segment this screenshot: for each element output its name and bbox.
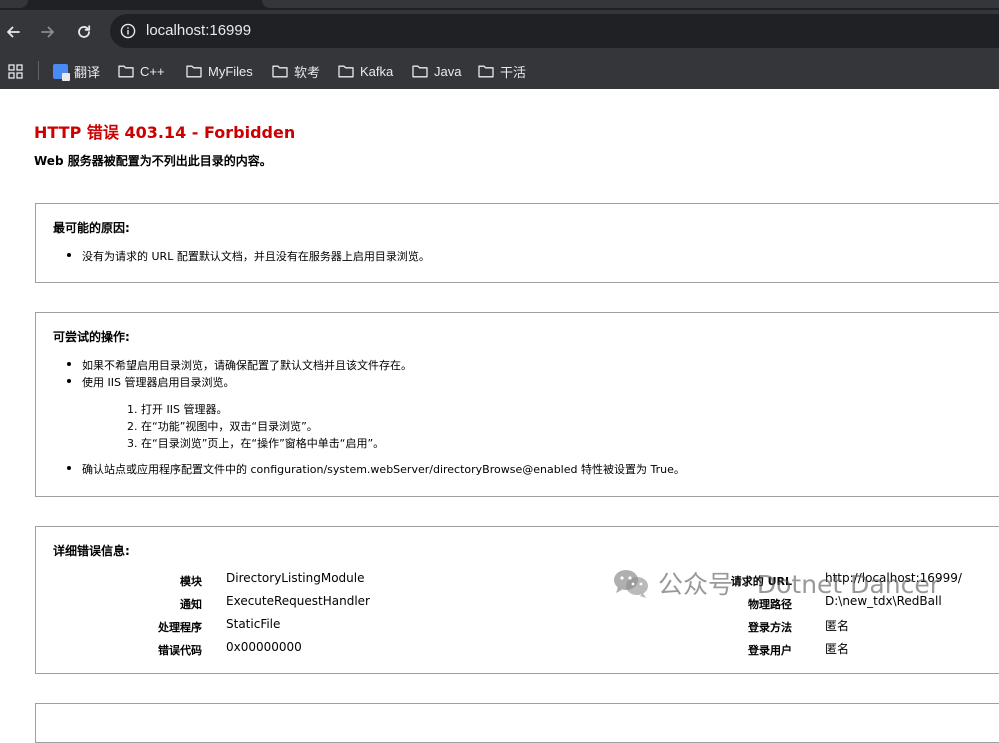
folder-icon xyxy=(272,65,288,78)
detail-value-logon-user: 匿名 xyxy=(825,642,850,656)
list-item: 确认站点或应用程序配置文件中的 configuration/system.web… xyxy=(67,463,685,476)
page-content: HTTP 错误 403.14 - Forbidden Web 服务器被配置为不列… xyxy=(0,89,999,743)
step-item: 3. 在“目录浏览”页上，在“操作”窗格中单击“启用”。 xyxy=(127,437,385,450)
bookmark-label: MyFiles xyxy=(208,63,253,79)
bookmark-folder-kafka[interactable]: Kafka xyxy=(338,61,393,81)
detail-value-notification: ExecuteRequestHandler xyxy=(226,594,370,608)
cause-section: 最可能的原因: 没有为请求的 URL 配置默认文档，并且没有在服务器上启用目录浏… xyxy=(35,203,999,283)
list-item: 使用 IIS 管理器启用目录浏览。 xyxy=(66,376,235,389)
detail-value-module: DirectoryListingModule xyxy=(226,571,365,585)
step-item: 1. 打开 IIS 管理器。 xyxy=(127,403,228,416)
folder-icon xyxy=(412,65,428,78)
bookmark-folder-ganhuo[interactable]: 干活 xyxy=(478,61,526,81)
details-heading: 详细错误信息: xyxy=(53,544,130,558)
back-arrow-icon xyxy=(7,26,20,38)
bookmark-label: 干活 xyxy=(500,64,527,80)
apps-grid-icon[interactable] xyxy=(8,64,23,79)
bookmarks-separator xyxy=(38,61,39,80)
detail-value-handler: StaticFile xyxy=(226,617,281,631)
detail-label-handler: 处理程序 xyxy=(158,621,202,634)
active-tab[interactable] xyxy=(0,0,28,8)
bookmark-label: Java xyxy=(434,63,462,79)
detail-value-logon-method: 匿名 xyxy=(825,619,850,633)
detail-value-error-code: 0x00000000 xyxy=(226,640,302,654)
bookmarks-bar: 翻译 C++ MyFiles 软考 Kafka Java 干活 xyxy=(0,54,999,89)
folder-icon xyxy=(338,65,354,78)
error-subtitle: Web 服务器被配置为不列出此目录的内容。 xyxy=(34,154,272,168)
detail-label-logon-method: 登录方法 xyxy=(748,621,792,634)
address-bar[interactable]: localhost:16999 xyxy=(110,14,999,48)
bookmark-translate[interactable]: 翻译 xyxy=(53,61,100,81)
reload-button[interactable] xyxy=(71,19,97,45)
back-button[interactable] xyxy=(0,19,26,45)
actions-section: 可尝试的操作: 如果不希望启用目录浏览，请确保配置了默认文档并且该文件存在。 使… xyxy=(35,312,999,497)
list-item: 没有为请求的 URL 配置默认文档，并且没有在服务器上启用目录浏览。 xyxy=(67,250,430,263)
bookmark-label: Kafka xyxy=(360,63,394,79)
bookmark-label: 软考 xyxy=(294,64,321,80)
bookmark-label: C++ xyxy=(140,63,165,79)
watermark-text: 公众号 · Dotnet Dancer xyxy=(658,570,940,599)
detail-label-logon-user: 登录用户 xyxy=(748,644,792,657)
site-info-icon[interactable] xyxy=(120,23,136,39)
browser-toolbar: localhost:16999 xyxy=(0,10,999,54)
cause-heading: 最可能的原因: xyxy=(53,221,130,235)
detail-label-notification: 通知 xyxy=(180,598,202,611)
actions-heading: 可尝试的操作: xyxy=(53,330,130,344)
translate-icon xyxy=(53,63,70,81)
tab-edge xyxy=(262,0,999,8)
bookmark-folder-cpp[interactable]: C++ xyxy=(118,61,165,81)
bookmark-label: 翻译 xyxy=(74,64,101,80)
watermark: 公众号 · Dotnet Dancer xyxy=(612,563,940,603)
folder-icon xyxy=(118,65,134,78)
step-item: 2. 在“功能”视图中，双击“目录浏览”。 xyxy=(127,420,318,433)
forward-button[interactable] xyxy=(35,19,61,45)
next-section xyxy=(35,703,999,743)
wechat-icon xyxy=(614,570,648,598)
reload-icon xyxy=(78,25,91,38)
tab-strip xyxy=(0,0,999,10)
folder-icon xyxy=(186,65,202,78)
error-title: HTTP 错误 403.14 - Forbidden xyxy=(34,123,296,142)
detail-label-module: 模块 xyxy=(180,575,202,588)
list-item: 如果不希望启用目录浏览，请确保配置了默认文档并且该文件存在。 xyxy=(67,359,412,372)
bookmark-folder-ruankao[interactable]: 软考 xyxy=(272,61,320,81)
forward-arrow-icon xyxy=(41,26,54,38)
folder-icon xyxy=(478,65,494,78)
bookmark-folder-java[interactable]: Java xyxy=(412,61,461,81)
address-text[interactable]: localhost:16999 xyxy=(146,22,251,39)
detail-label-error-code: 错误代码 xyxy=(158,644,202,657)
bookmark-folder-myfiles[interactable]: MyFiles xyxy=(186,61,253,81)
